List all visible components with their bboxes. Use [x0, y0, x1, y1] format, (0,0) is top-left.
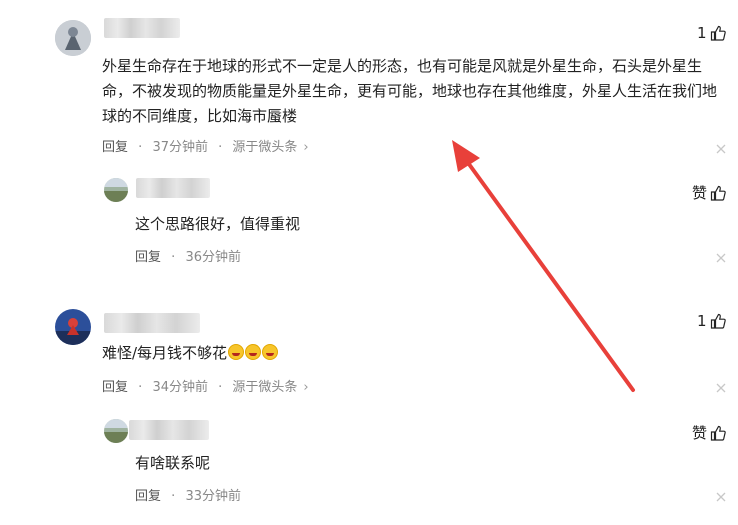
thumb-up-icon	[710, 185, 726, 201]
like-label: 赞	[692, 184, 708, 202]
avatar[interactable]	[104, 178, 128, 202]
separator: ·	[218, 140, 223, 155]
reply-button[interactable]: 回复	[102, 140, 128, 155]
separator: ·	[138, 140, 143, 155]
reply-text: 有啥联系呢	[135, 454, 211, 472]
source-label: 源于微头条	[232, 140, 298, 155]
source-link[interactable]: 源于微头条 ›	[232, 380, 314, 395]
chevron-right-icon: ›	[303, 140, 309, 155]
separator: ·	[218, 380, 223, 395]
username-blurred[interactable]	[129, 420, 209, 440]
reply-button[interactable]: 回复	[135, 489, 161, 504]
reply-button[interactable]: 回复	[135, 250, 161, 265]
reply-text: 这个思路很好，值得重视	[135, 215, 301, 233]
like-button[interactable]: 赞	[692, 422, 726, 443]
thumb-up-icon	[710, 25, 726, 41]
like-button[interactable]: 赞	[692, 182, 726, 203]
reply-meta: 回复 · 36分钟前	[135, 249, 247, 267]
avatar[interactable]	[104, 419, 128, 443]
thumb-up-icon	[710, 425, 726, 441]
like-count: 1	[697, 312, 707, 330]
reply-button[interactable]: 回复	[102, 380, 128, 395]
separator: ·	[171, 489, 176, 504]
timestamp: 33分钟前	[185, 489, 241, 504]
timestamp: 34分钟前	[152, 380, 208, 395]
avatar-image	[55, 20, 91, 56]
like-button[interactable]: 1	[697, 312, 726, 330]
close-icon[interactable]	[715, 143, 727, 155]
comment-text: 外星生命存在于地球的形式不一定是人的形态，也有可能是风就是外星生命，石头是外星生…	[102, 57, 718, 125]
separator: ·	[171, 250, 176, 265]
like-count: 1	[697, 24, 707, 42]
comment-text: 难怪/每月钱不够花	[102, 341, 279, 366]
comment-body: 难怪/每月钱不够花	[102, 344, 228, 362]
username-blurred[interactable]	[104, 18, 180, 38]
username-blurred[interactable]	[136, 178, 210, 198]
comment-meta: 回复 · 37分钟前 · 源于微头条 ›	[102, 139, 321, 157]
separator: ·	[138, 380, 143, 395]
username-blurred[interactable]	[104, 313, 200, 333]
laughing-emoji-icon	[262, 344, 279, 360]
close-icon[interactable]	[715, 491, 727, 503]
timestamp: 37分钟前	[152, 140, 208, 155]
timestamp: 36分钟前	[185, 250, 241, 265]
laughing-emoji-icon	[245, 344, 262, 360]
reply-meta: 回复 · 33分钟前	[135, 488, 247, 506]
comment-meta: 回复 · 34分钟前 · 源于微头条 ›	[102, 379, 321, 397]
like-button[interactable]: 1	[697, 24, 726, 42]
close-icon[interactable]	[715, 252, 727, 264]
chevron-right-icon: ›	[303, 380, 309, 395]
source-label: 源于微头条	[232, 380, 298, 395]
avatar-image	[104, 178, 128, 202]
avatar[interactable]	[55, 309, 91, 345]
close-icon[interactable]	[715, 382, 727, 394]
thumb-up-icon	[710, 313, 726, 329]
laughing-emoji-icon	[228, 344, 245, 360]
like-label: 赞	[692, 424, 708, 442]
avatar[interactable]	[55, 20, 91, 56]
avatar-image	[104, 419, 128, 443]
avatar-image	[55, 309, 91, 345]
source-link[interactable]: 源于微头条 ›	[232, 140, 314, 155]
